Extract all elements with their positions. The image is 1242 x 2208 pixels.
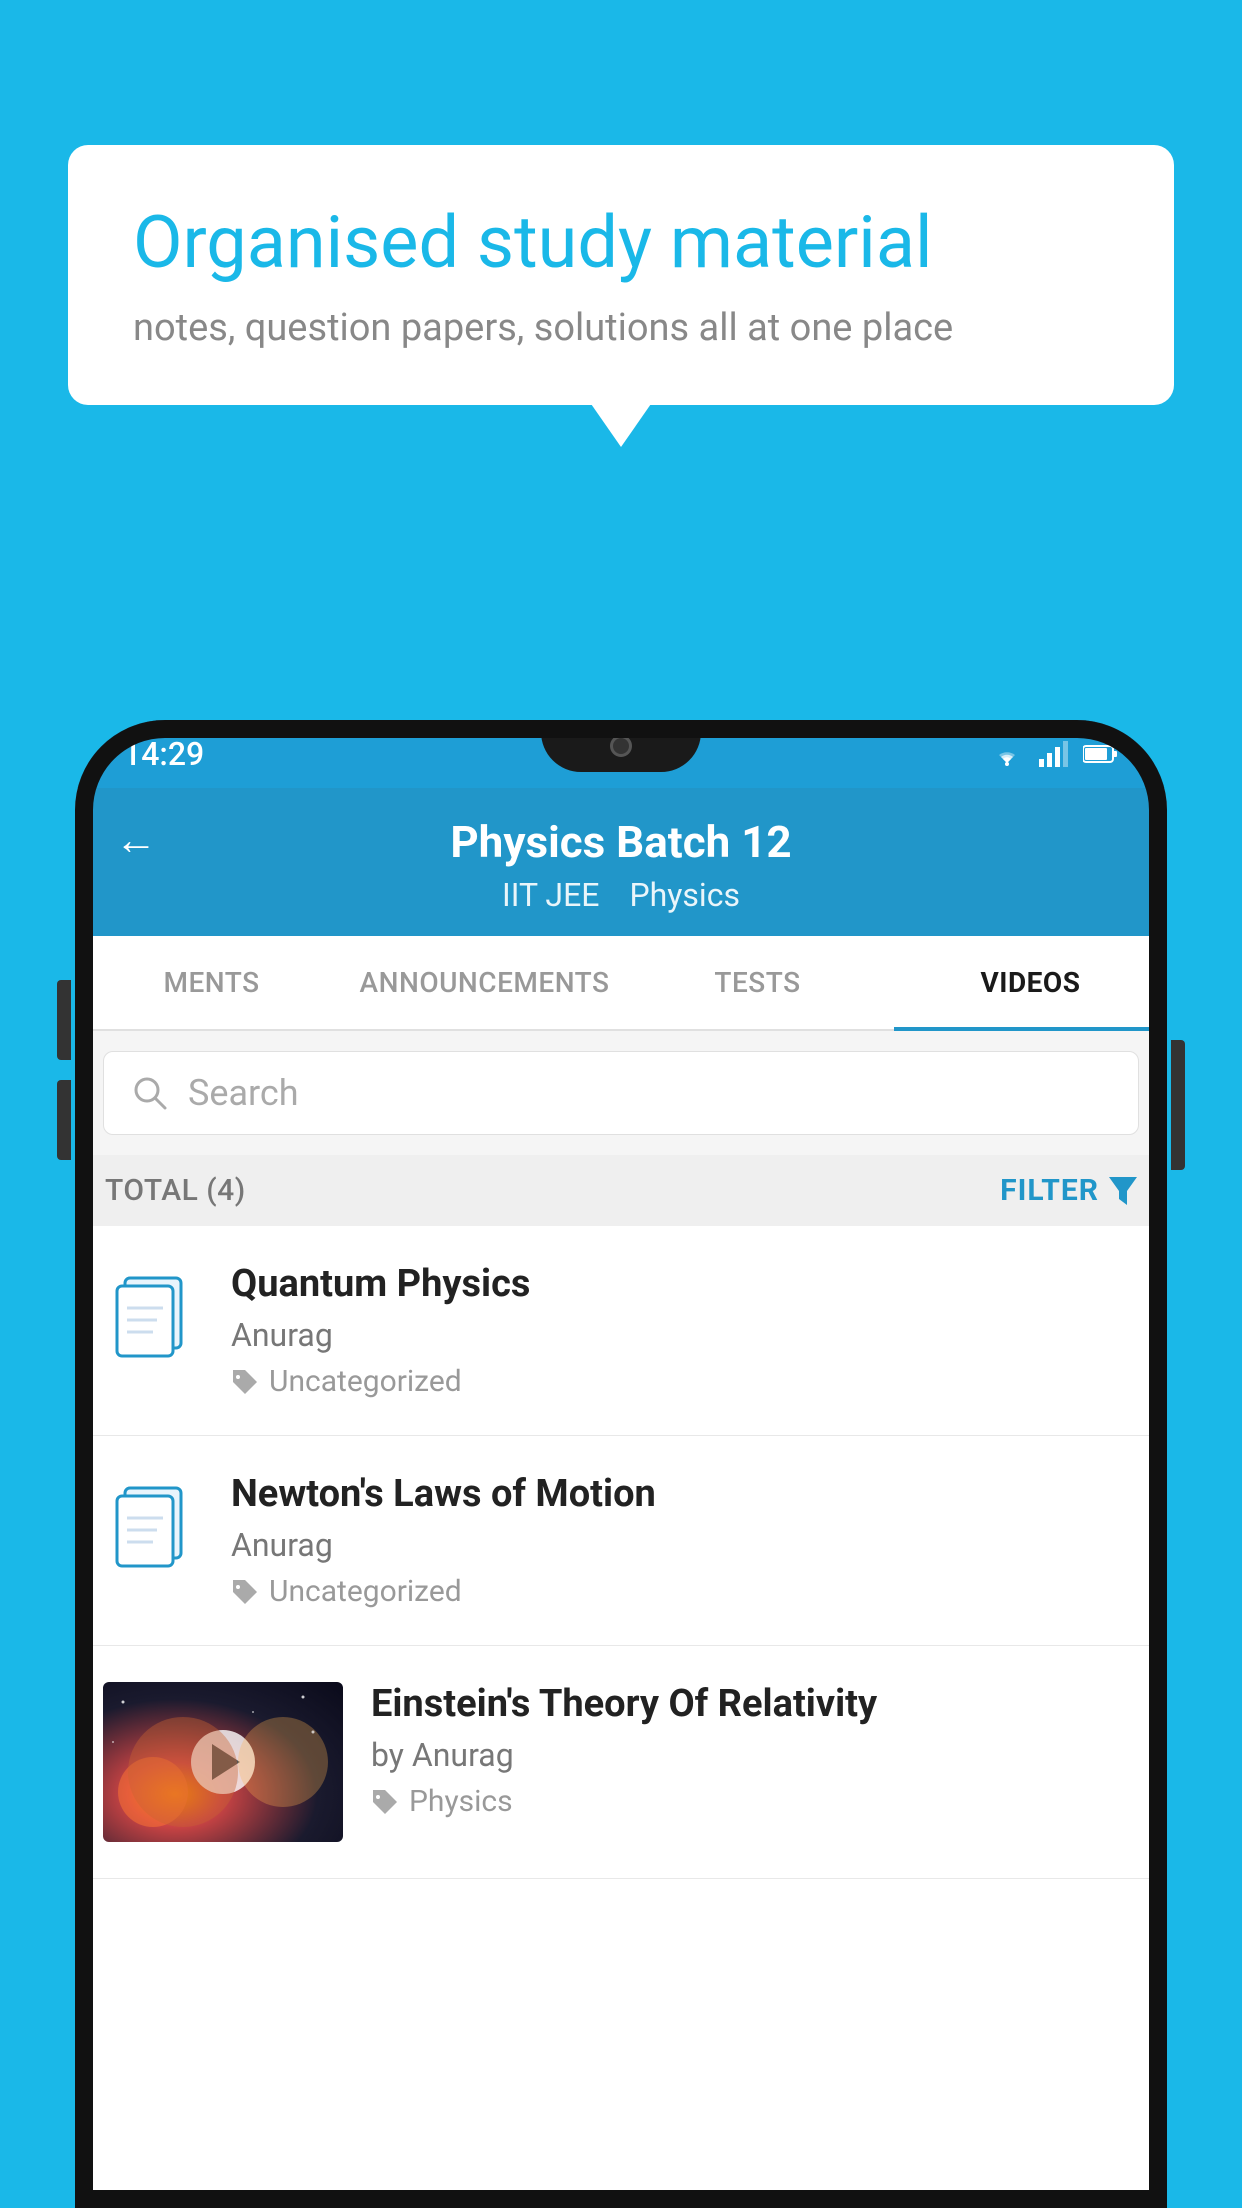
app-header: ← Physics Batch 12 IIT JEE Physics bbox=[75, 788, 1167, 936]
list-item[interactable]: Quantum Physics Anurag Uncategorized bbox=[75, 1226, 1167, 1436]
filter-button[interactable]: FILTER bbox=[1000, 1173, 1137, 1208]
search-input[interactable]: Search bbox=[188, 1072, 299, 1114]
filter-icon bbox=[1109, 1177, 1137, 1205]
list-item[interactable]: Newton's Laws of Motion Anurag Uncategor… bbox=[75, 1436, 1167, 1646]
volume-down-button bbox=[57, 1080, 71, 1160]
video-author: Anurag bbox=[231, 1526, 1139, 1564]
document-icon bbox=[103, 1472, 203, 1570]
tag-physics: Physics bbox=[629, 876, 740, 914]
video-item-info: Newton's Laws of Motion Anurag Uncategor… bbox=[231, 1472, 1139, 1609]
video-title: Einstein's Theory Of Relativity bbox=[371, 1682, 1139, 1726]
phone-notch bbox=[541, 720, 701, 772]
battery-icon bbox=[1083, 744, 1119, 764]
speech-bubble-subtitle: notes, question papers, solutions all at… bbox=[133, 306, 1109, 350]
thumbnail-background bbox=[103, 1682, 343, 1842]
batch-tags: IIT JEE Physics bbox=[502, 876, 740, 914]
video-author: Anurag bbox=[231, 1316, 1139, 1354]
tab-ments[interactable]: MENTS bbox=[75, 936, 348, 1029]
tag-icon bbox=[231, 1368, 259, 1396]
list-item[interactable]: Einstein's Theory Of Relativity by Anura… bbox=[75, 1646, 1167, 1879]
front-camera bbox=[610, 735, 632, 757]
tabs-bar: MENTS ANNOUNCEMENTS TESTS VIDEOS bbox=[75, 936, 1167, 1031]
video-title: Newton's Laws of Motion bbox=[231, 1472, 1139, 1516]
tag-iit-jee: IIT JEE bbox=[502, 876, 599, 914]
video-list: Quantum Physics Anurag Uncategorized bbox=[75, 1226, 1167, 1879]
speech-bubble: Organised study material notes, question… bbox=[68, 145, 1174, 405]
phone-frame: 14:29 bbox=[75, 720, 1167, 2208]
search-input-wrapper[interactable]: Search bbox=[103, 1051, 1139, 1135]
filter-bar: TOTAL (4) FILTER bbox=[75, 1155, 1167, 1226]
video-item-info: Einstein's Theory Of Relativity by Anura… bbox=[371, 1682, 1139, 1819]
signal-icon bbox=[1039, 741, 1069, 767]
status-bar-time: 14:29 bbox=[123, 735, 204, 773]
tab-announcements[interactable]: ANNOUNCEMENTS bbox=[348, 936, 621, 1029]
video-tag: Uncategorized bbox=[231, 1574, 1139, 1609]
wifi-icon bbox=[989, 741, 1025, 767]
video-item-info: Quantum Physics Anurag Uncategorized bbox=[231, 1262, 1139, 1399]
phone-content: ← Physics Batch 12 IIT JEE Physics MENTS… bbox=[75, 788, 1167, 2208]
tab-tests[interactable]: TESTS bbox=[621, 936, 894, 1029]
status-bar: 14:29 bbox=[75, 720, 1167, 788]
power-button bbox=[1171, 1040, 1185, 1170]
filter-label: FILTER bbox=[1000, 1173, 1099, 1208]
tab-videos[interactable]: VIDEOS bbox=[894, 936, 1167, 1029]
video-title: Quantum Physics bbox=[231, 1262, 1139, 1306]
video-tag: Physics bbox=[371, 1784, 1139, 1819]
video-author: by Anurag bbox=[371, 1736, 1139, 1774]
tag-icon bbox=[231, 1578, 259, 1606]
tag-icon bbox=[371, 1788, 399, 1816]
speech-bubble-container: Organised study material notes, question… bbox=[68, 145, 1174, 405]
speech-bubble-title: Organised study material bbox=[133, 200, 1109, 286]
back-button[interactable]: ← bbox=[115, 816, 157, 865]
space-bg bbox=[103, 1682, 343, 1842]
search-icon bbox=[132, 1075, 168, 1111]
total-count: TOTAL (4) bbox=[105, 1173, 246, 1208]
video-thumbnail bbox=[103, 1682, 343, 1842]
document-icon bbox=[103, 1262, 203, 1360]
volume-up-button bbox=[57, 980, 71, 1060]
video-tag: Uncategorized bbox=[231, 1364, 1139, 1399]
batch-title: Physics Batch 12 bbox=[450, 816, 791, 868]
search-bar-container: Search bbox=[75, 1031, 1167, 1155]
status-icons bbox=[989, 741, 1119, 767]
